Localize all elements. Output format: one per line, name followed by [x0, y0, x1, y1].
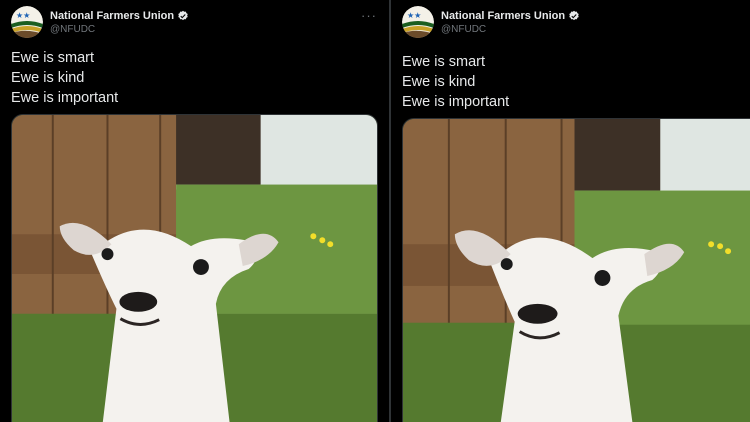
tweet-line: Ewe is kind — [402, 74, 476, 90]
display-name[interactable]: National Farmers Union — [50, 10, 174, 22]
tweet-photo-lamb[interactable] — [11, 114, 378, 422]
avatar[interactable]: ★★ — [11, 6, 43, 38]
tweet-header: ★★ National Farmers Union @NFUDC ··· — [11, 6, 379, 40]
tweet-line: Ewe is smart — [11, 50, 94, 66]
display-name[interactable]: National Farmers Union — [441, 10, 565, 22]
svg-text:★★: ★★ — [16, 11, 30, 20]
tweet-header: ★★ National Farmers Union @NFUDC — [402, 6, 740, 40]
verified-badge-icon — [569, 10, 579, 20]
user-handle[interactable]: @NFUDC — [441, 24, 580, 35]
tweet-line: Ewe is important — [402, 94, 510, 110]
tweet-card-left[interactable]: ★★ National Farmers Union @NFUDC ··· Ewe… — [0, 0, 389, 422]
verified-badge-icon — [178, 10, 188, 20]
avatar[interactable]: ★★ — [402, 6, 434, 38]
tweet-line: Ewe is smart — [402, 54, 485, 70]
more-options-icon[interactable]: ··· — [361, 8, 377, 23]
tweet-photo-lamb[interactable] — [402, 118, 750, 422]
svg-text:★★: ★★ — [407, 11, 421, 20]
tweet-text: Ewe is smart Ewe is kind Ewe is importan… — [11, 48, 118, 108]
tweet-text: Ewe is smart Ewe is kind Ewe is importan… — [402, 52, 509, 112]
tweet-line: Ewe is kind — [11, 70, 85, 86]
tweet-line: Ewe is important — [11, 90, 119, 106]
tweet-card-right[interactable]: ★★ National Farmers Union @NFUDC Ewe is … — [391, 0, 750, 422]
user-handle[interactable]: @NFUDC — [50, 24, 189, 35]
